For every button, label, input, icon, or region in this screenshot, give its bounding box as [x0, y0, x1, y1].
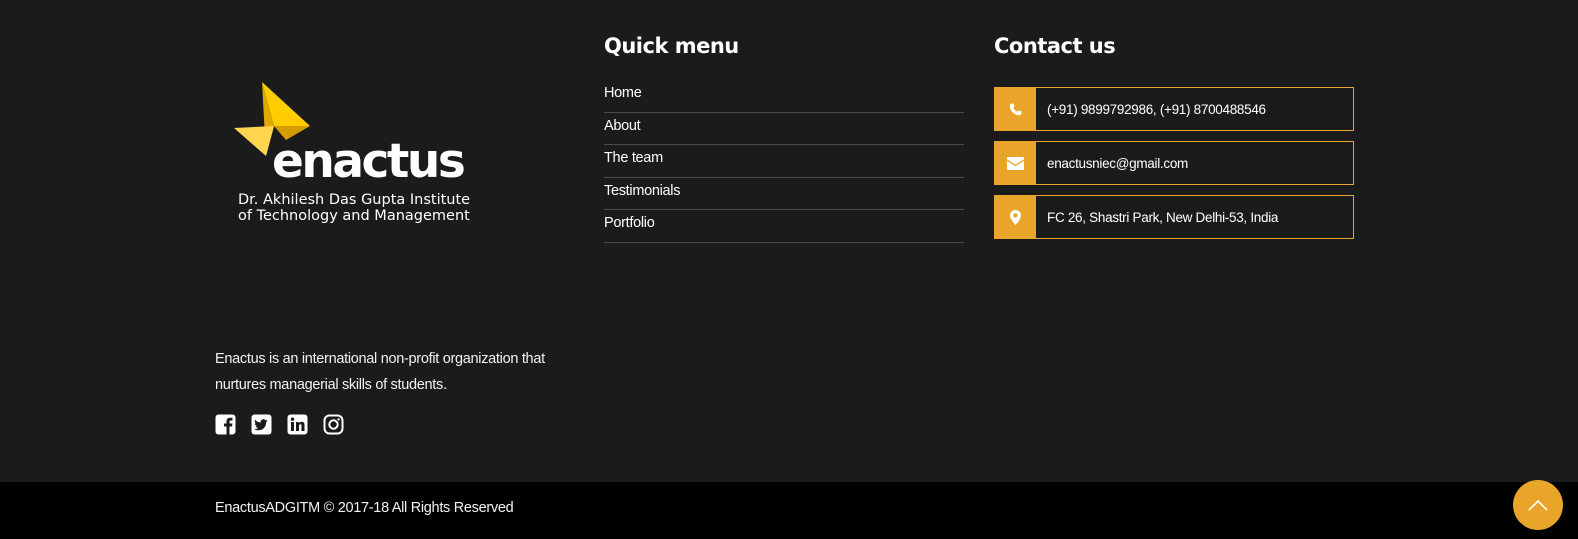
contact-email-row: enactusniec@gmail.com — [994, 141, 1354, 185]
menu-item-testimonials[interactable]: Testimonials — [604, 178, 964, 210]
copyright-text: EnactusADGITM © 2017-18 All Rights Reser… — [215, 500, 514, 516]
phone-icon — [995, 88, 1036, 130]
contact-phone-row: (+91) 9899792986, (+91) 8700488546 — [994, 87, 1354, 131]
instagram-icon[interactable] — [323, 414, 344, 435]
menu-item-about[interactable]: About — [604, 113, 964, 145]
menu-item-the-team[interactable]: The team — [604, 145, 964, 178]
back-to-top-button[interactable] — [1513, 480, 1563, 530]
contact-address-row: FC 26, Shastri Park, New Delhi-53, India — [994, 195, 1354, 239]
quick-menu-list: Home About The team Testimonials Portfol… — [604, 80, 964, 243]
logo-subtitle-line2: of Technology and Management — [238, 208, 470, 224]
about-description: Enactus is an international non-profit o… — [215, 351, 545, 393]
contact-heading: Contact us — [994, 34, 1116, 58]
contact-address-text: FC 26, Shastri Park, New Delhi-53, India — [1047, 209, 1279, 225]
logo-subtitle-line1: Dr. Akhilesh Das Gupta Institute — [238, 192, 471, 208]
contact-list: (+91) 9899792986, (+91) 8700488546 enact… — [994, 87, 1354, 249]
quick-menu-heading: Quick menu — [604, 34, 739, 58]
social-links — [215, 414, 344, 435]
twitter-icon[interactable] — [251, 414, 272, 435]
contact-email-text[interactable]: enactusniec@gmail.com — [1036, 142, 1353, 184]
map-marker-icon — [995, 196, 1036, 238]
enactus-logo[interactable]: enactus ™ Dr. Akhilesh Das Gupta Institu… — [228, 80, 488, 230]
menu-item-home[interactable]: Home — [604, 80, 964, 113]
menu-item-portfolio[interactable]: Portfolio — [604, 210, 964, 243]
linkedin-icon[interactable] — [287, 414, 308, 435]
logo-trademark: ™ — [442, 172, 448, 178]
logo-subtitle: Dr. Akhilesh Das Gupta Institute of Tech… — [238, 192, 470, 224]
chevron-up-icon — [1528, 499, 1548, 511]
contact-phone-text[interactable]: (+91) 9899792986, (+91) 8700488546 — [1036, 88, 1353, 130]
envelope-icon — [995, 142, 1036, 184]
facebook-icon[interactable] — [215, 414, 236, 435]
logo-wordmark: enactus — [272, 134, 466, 189]
